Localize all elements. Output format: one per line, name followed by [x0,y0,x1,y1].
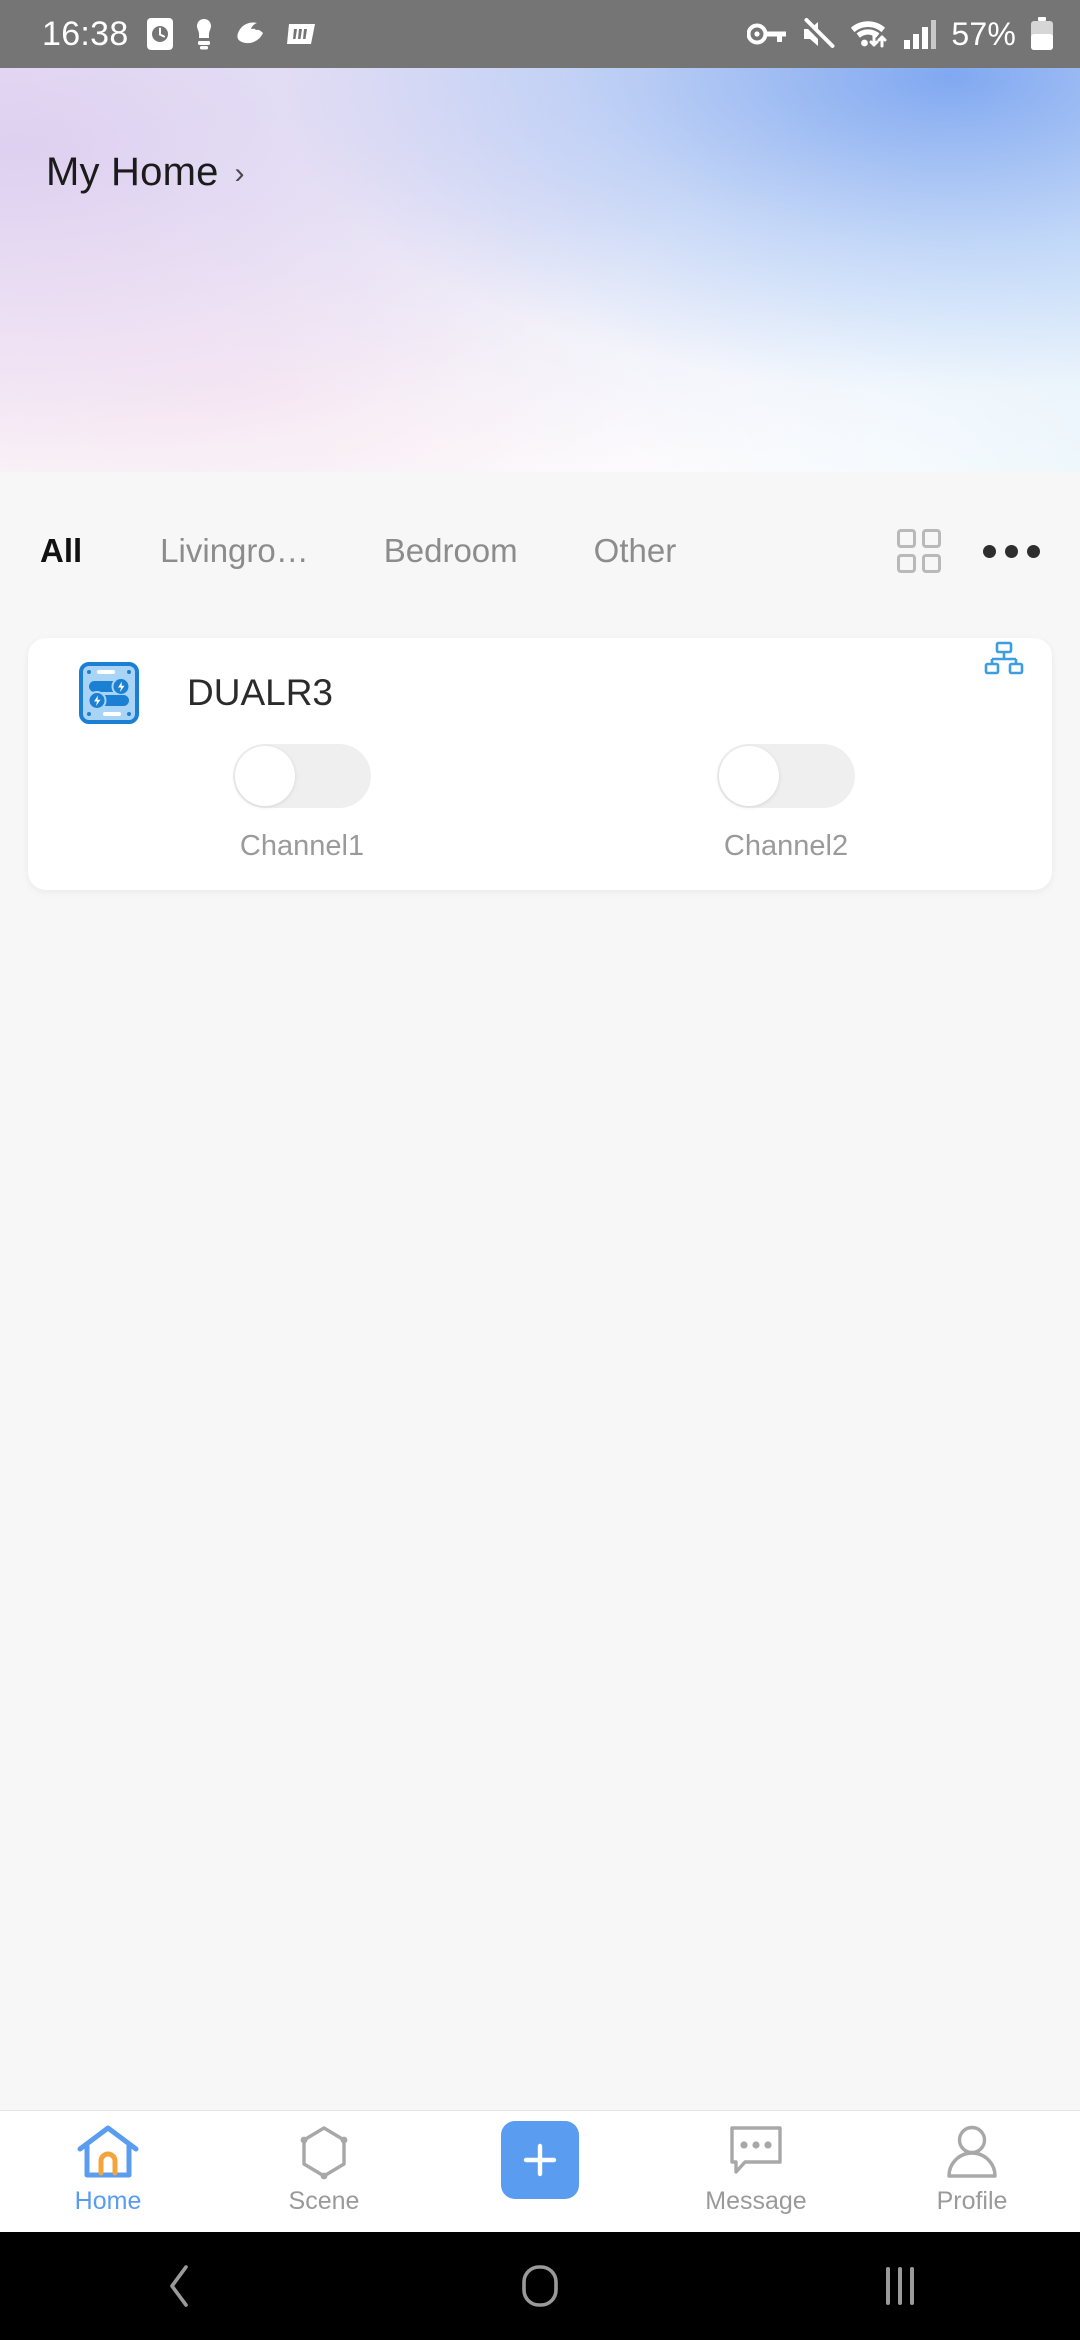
nav-item-add[interactable] [432,2111,648,2205]
more-options-icon[interactable] [983,544,1040,558]
channel-2: Channel2 [544,744,1028,863]
back-icon [170,2265,188,2307]
profile-person-icon [947,2125,997,2178]
room-tabs: All Livingro… Bedroom Other [0,522,897,580]
grid-view-icon[interactable] [897,529,941,573]
scene-icon-box [295,2123,353,2181]
add-device-button[interactable] [501,2121,579,2199]
nav-item-scene[interactable]: Scene [216,2111,432,2216]
device-card-header: DUALR3 [28,638,1052,724]
tab-bedroom[interactable]: Bedroom [384,522,518,580]
status-bar-left: 16:38 [42,15,317,54]
lan-network-icon[interactable] [984,640,1024,680]
app-notification-icon-3 [286,24,315,44]
add-plus-icon [523,2143,557,2177]
channel-1-toggle[interactable] [233,744,371,808]
channel-1-label: Channel1 [239,830,365,862]
home-selector[interactable]: My Home › [46,150,245,195]
bottom-navigation-bar: Home Scene Message Profile [0,2110,1080,2232]
wifi-icon [851,21,887,48]
android-back-button[interactable] [0,2262,360,2310]
device-card[interactable]: DUALR3 Channel1 Channel2 [28,638,1052,890]
channel-1: Channel1 [60,744,544,863]
tab-other[interactable]: Other [594,522,677,580]
tab-all[interactable]: All [40,522,82,580]
home-circle-icon [522,2265,558,2307]
nav-label-profile: Profile [936,2187,1008,2215]
battery-icon [1031,17,1053,50]
page-title: My Home [46,150,219,194]
device-channels: Channel1 Channel2 [28,744,1052,863]
home-icon [77,2125,139,2178]
device-name: DUALR3 [187,672,333,713]
channel-2-toggle[interactable] [717,744,855,808]
message-icon-box [726,2123,786,2181]
scene-hexagon-icon [300,2126,348,2180]
nav-label-message: Message [705,2187,807,2215]
home-header-banner: My Home › [0,68,1080,472]
home-icon-box [76,2123,140,2181]
nav-item-message[interactable]: Message [648,2111,864,2216]
nav-item-home[interactable]: Home [0,2111,216,2216]
tab-bar-actions [897,529,1040,573]
battery-percent-label: 57% [951,15,1016,52]
nav-item-profile[interactable]: Profile [864,2111,1080,2216]
phone-screen: 16:38 57% My Home › All Livingro… Bedroo… [0,0,1080,2340]
toggle-knob [719,746,779,806]
android-recents-button[interactable] [720,2267,1080,2305]
dual-relay-icon [79,662,139,724]
message-bubble-icon [730,2126,782,2174]
android-system-nav [0,2232,1080,2340]
nav-label-home: Home [74,2187,142,2215]
status-clock: 16:38 [42,14,129,53]
room-tab-bar: All Livingro… Bedroom Other [0,472,1080,630]
status-bar: 16:38 57% [0,0,1080,68]
mute-icon [801,18,835,50]
chevron-right-icon: › [234,156,245,190]
tab-livingroom[interactable]: Livingro… [160,522,309,580]
status-bar-right: 57% [747,16,1054,53]
recents-icon [886,2267,914,2305]
channel-2-label: Channel2 [723,830,849,862]
clock-icon [146,18,173,50]
profile-icon-box [944,2123,1000,2181]
app-notification-icon [196,19,211,50]
vpn-key-icon [747,23,787,45]
signal-icon [904,20,937,49]
nav-label-scene: Scene [288,2187,360,2215]
android-home-button[interactable] [360,2263,720,2309]
toggle-knob [235,746,295,806]
app-notification-icon-2 [236,22,263,44]
